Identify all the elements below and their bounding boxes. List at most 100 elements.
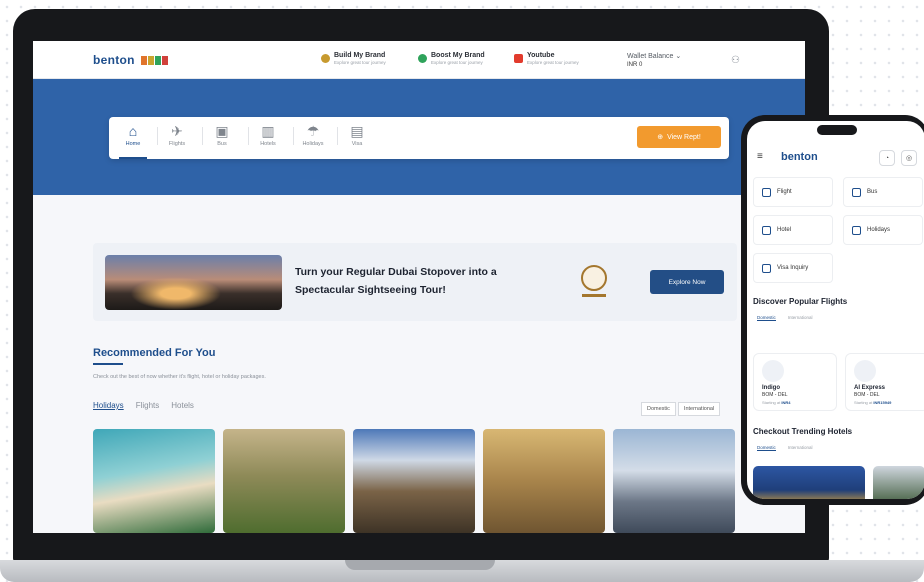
phone-camera-pill xyxy=(817,125,857,135)
view-report-button[interactable]: ⊕ View Rept! xyxy=(637,126,721,148)
umbrella-icon: ☂ xyxy=(306,123,320,139)
tile-bus[interactable]: Bus xyxy=(843,177,923,207)
scope-toggle: Domestic International xyxy=(641,402,721,416)
visa-icon xyxy=(762,263,771,273)
destination-card[interactable] xyxy=(613,429,735,533)
tab-flights[interactable]: ✈ Flights xyxy=(155,123,199,147)
tile-hotel-label: Hotel xyxy=(777,227,792,233)
laptop-notch xyxy=(345,560,495,570)
resort-photo xyxy=(105,255,282,310)
youtube-icon xyxy=(514,54,523,63)
award-seal-logo xyxy=(579,259,609,303)
service-tabs-bar: ⌂ Home ✈ Flights ▣ Bus ▥ Hotels ☂ Holida… xyxy=(109,117,729,159)
chevron-down-icon: ⌄ xyxy=(675,53,682,60)
recommended-tabs: Holidays Flights Hotels xyxy=(93,401,194,410)
tab-holidays-rec[interactable]: Holidays xyxy=(93,401,124,410)
tab-domestic[interactable]: Domestic xyxy=(757,445,776,451)
tab-hotels[interactable]: ▥ Hotels xyxy=(246,123,290,147)
promo-text: Turn your Regular Dubai Stopover into a … xyxy=(295,266,497,296)
recommended-title: Recommended For You xyxy=(93,347,216,365)
wallet-value: INR 0 xyxy=(627,62,643,68)
tab-bus[interactable]: ▣ Bus xyxy=(200,123,244,147)
promo-banner: Turn your Regular Dubai Stopover into a … xyxy=(93,243,737,321)
tab-bus-label: Bus xyxy=(217,141,227,147)
flight-route: BOM - DEL xyxy=(854,392,880,398)
tab-flights-label: Flights xyxy=(168,141,186,147)
recommended-subtitle: Check out the best of now whether it's f… xyxy=(93,374,266,380)
hotel-icon xyxy=(762,225,771,235)
airline-name: Indigo xyxy=(762,385,780,391)
tab-international[interactable]: International xyxy=(788,445,813,451)
flight-card-indigo[interactable]: Indigo BOM - DEL Starting at INR4 xyxy=(753,353,837,411)
flight-route: BOM - DEL xyxy=(762,392,788,398)
airline-logo-icon xyxy=(762,360,784,382)
flights-tabs: Domestic International xyxy=(757,315,813,321)
popular-flights-heading: Discover Popular Flights xyxy=(753,297,848,306)
destination-card[interactable] xyxy=(93,429,215,533)
nav-youtube-sub: Explore great tour journey xyxy=(527,60,579,65)
nav-youtube-title: Youtube xyxy=(527,52,555,59)
flight-price: INR15949 xyxy=(873,400,892,405)
destination-cards xyxy=(93,429,735,533)
trending-hotels-heading: Checkout Trending Hotels xyxy=(753,427,853,436)
plane-icon xyxy=(762,187,771,197)
phone-frame: ≡ benton ◔ ◎ Flight Bus Hotel Holidays V… xyxy=(741,115,924,505)
tab-flights-rec[interactable]: Flights xyxy=(136,401,160,410)
tab-international[interactable]: International xyxy=(788,315,813,321)
tile-holidays[interactable]: Holidays xyxy=(843,215,923,245)
menu-icon[interactable]: ≡ xyxy=(757,151,763,162)
flight-price: INR4 xyxy=(781,400,791,405)
tab-visa-label: Visa xyxy=(351,141,363,147)
flag-icon xyxy=(141,54,169,68)
tab-holidays[interactable]: ☂ Holidays xyxy=(291,123,335,147)
view-report-label: View Rept! xyxy=(667,133,701,141)
user-icon[interactable]: ⚇ xyxy=(731,55,740,66)
tab-holidays-label: Holidays xyxy=(302,141,324,147)
tab-hotels-rec[interactable]: Hotels xyxy=(171,401,194,410)
scope-domestic[interactable]: Domestic xyxy=(641,402,676,416)
brand-icon xyxy=(321,54,330,63)
tab-domestic[interactable]: Domestic xyxy=(757,315,776,321)
wallet-label: Wallet Balance xyxy=(627,53,674,60)
tab-home-label: Home xyxy=(125,141,141,147)
top-navigation: benton Build My Brand Explore great tour … xyxy=(33,41,805,79)
bus-icon xyxy=(852,187,861,197)
destination-card[interactable] xyxy=(223,429,345,533)
scope-international[interactable]: International xyxy=(677,402,721,416)
wallet-icon[interactable]: ◔ xyxy=(879,150,895,166)
brand-logo-text: benton xyxy=(93,53,135,67)
visa-icon: ▤ xyxy=(350,123,364,139)
hotel-icon: ▥ xyxy=(261,123,275,139)
bus-icon: ▣ xyxy=(215,123,229,139)
profile-icon[interactable]: ◎ xyxy=(901,150,917,166)
nav-build-sub: Explore great tour journey xyxy=(334,60,386,65)
nav-boost-my-brand[interactable]: Boost My Brand Explore great tour journey xyxy=(418,52,485,65)
price-label: Starting at xyxy=(854,400,873,405)
nav-build-my-brand[interactable]: Build My Brand Explore great tour journey xyxy=(321,52,386,65)
nav-youtube[interactable]: Youtube Explore great tour journey xyxy=(514,52,579,65)
phone-brand-logo[interactable]: benton xyxy=(781,151,818,163)
tab-home[interactable]: ⌂ Home xyxy=(111,123,155,159)
tile-visa-label: Visa Inquiry xyxy=(777,265,809,271)
wallet-balance[interactable]: Wallet Balance ⌄ INR 0 xyxy=(627,52,681,68)
tile-flight-label: Flight xyxy=(777,189,792,195)
destination-card[interactable] xyxy=(483,429,605,533)
airline-name: AI Express xyxy=(854,385,886,391)
tile-hotel[interactable]: Hotel xyxy=(753,215,833,245)
tab-visa[interactable]: ▤ Visa xyxy=(335,123,379,147)
flight-card-ai-express[interactable]: AI Express BOM - DEL Starting at INR1594… xyxy=(845,353,924,411)
explore-now-button[interactable]: Explore Now xyxy=(650,270,724,294)
tile-holidays-label: Holidays xyxy=(867,227,891,233)
tile-flight[interactable]: Flight xyxy=(753,177,833,207)
airline-logo-icon xyxy=(854,360,876,382)
destination-card[interactable] xyxy=(353,429,475,533)
hotels-tabs: Domestic International xyxy=(757,445,813,451)
boost-icon xyxy=(418,54,427,63)
hotel-card[interactable] xyxy=(753,466,865,499)
tile-visa-inquiry[interactable]: Visa Inquiry xyxy=(753,253,833,283)
laptop-screen: benton Build My Brand Explore great tour … xyxy=(33,41,805,533)
nav-boost-title: Boost My Brand xyxy=(431,52,485,59)
hotel-card[interactable] xyxy=(873,466,924,499)
phone-screen: ≡ benton ◔ ◎ Flight Bus Hotel Holidays V… xyxy=(747,121,924,499)
brand-logo[interactable]: benton xyxy=(93,53,169,68)
